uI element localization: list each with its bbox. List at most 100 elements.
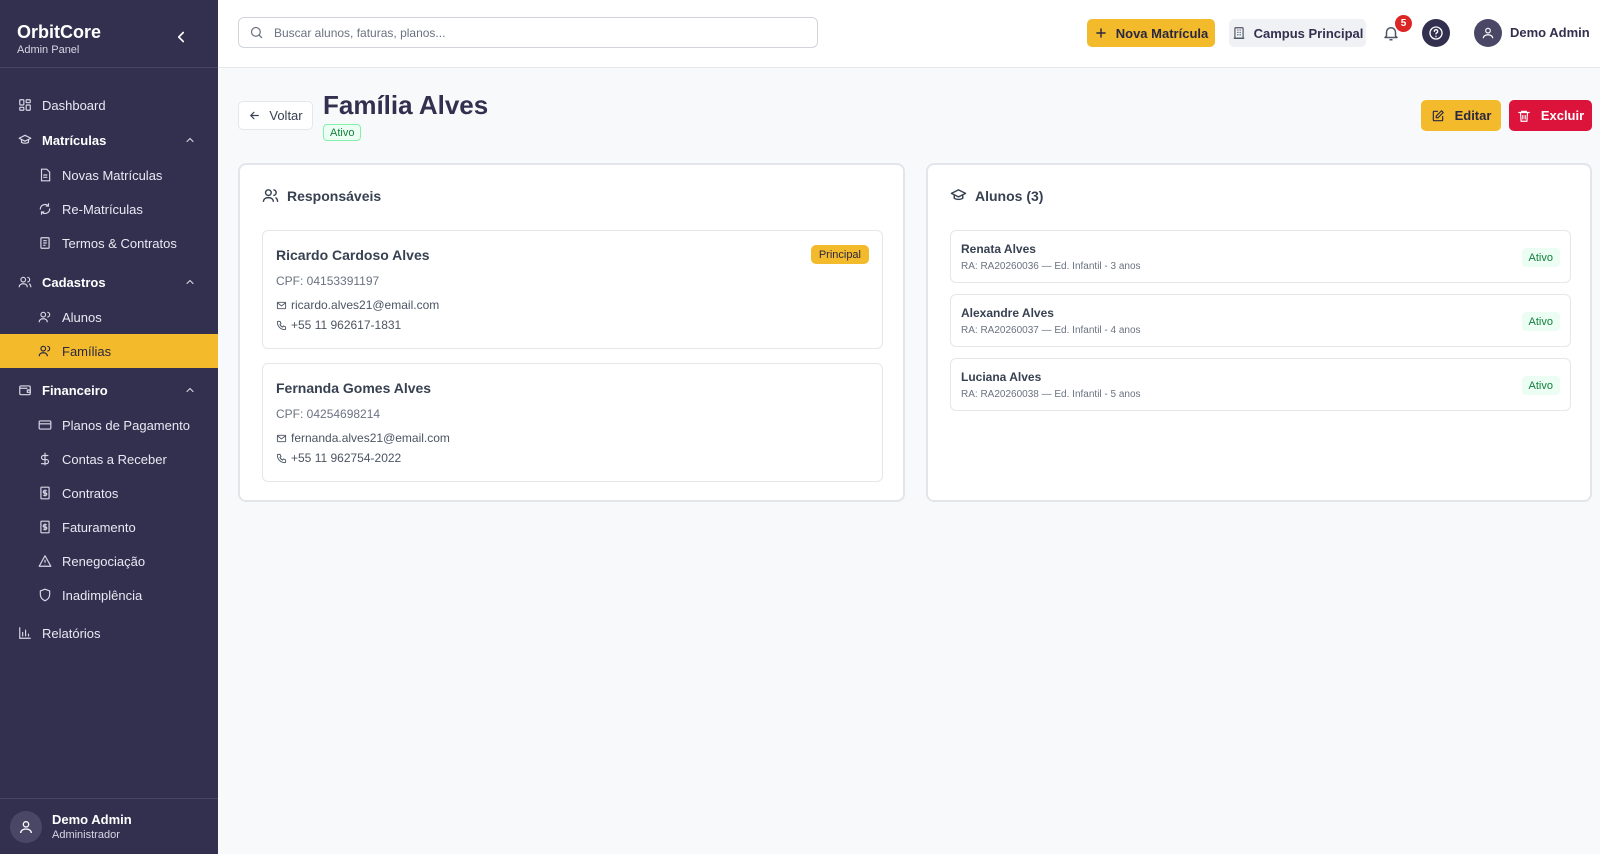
mail-icon (276, 300, 287, 311)
sidebar-user-role: Administrador (52, 829, 120, 841)
status-badge: Ativo (1521, 312, 1560, 331)
shield-icon (38, 588, 52, 602)
student-name: Luciana Alves (961, 370, 1042, 384)
mail-icon (276, 433, 287, 444)
edit-button[interactable]: Editar (1421, 100, 1501, 131)
user-name[interactable]: Demo Admin (1510, 25, 1590, 40)
alert-triangle-icon (38, 554, 52, 568)
bar-chart-icon (18, 626, 32, 640)
sidebar-item-inadimplencia[interactable]: Inadimplência (0, 578, 218, 612)
sidebar-item-label: Matrículas (42, 132, 107, 148)
guardian-phone: +55 11 962754-2022 (291, 451, 402, 465)
campus-label: Campus Principal (1253, 25, 1364, 41)
chevron-up-icon[interactable] (184, 134, 196, 146)
sidebar-item-relatorios[interactable]: Relatórios (0, 616, 218, 650)
sidebar-item-label: Contratos (62, 485, 119, 501)
sidebar-item-termos-contratos[interactable]: Termos & Contratos (0, 226, 218, 260)
edit-icon (1431, 109, 1445, 123)
search-input[interactable] (274, 25, 794, 40)
student-meta: RA: RA20260036 — Ed. Infantil - 3 anos (961, 261, 1141, 272)
sidebar-group-financeiro[interactable]: Financeiro (0, 372, 218, 408)
guardian-cpf: CPF: 04254698214 (276, 407, 381, 421)
sidebar-item-familias[interactable]: Famílias (0, 334, 218, 368)
sidebar-item-label: Novas Matrículas (62, 167, 163, 183)
dollar-icon (38, 452, 52, 466)
users-icon (18, 275, 32, 289)
phone-icon (276, 453, 287, 464)
wallet-icon (18, 383, 32, 397)
chevron-up-icon[interactable] (184, 384, 196, 396)
sidebar-item-label: Relatórios (42, 625, 101, 641)
sidebar-item-re-matriculas[interactable]: Re-Matrículas (0, 192, 218, 226)
avatar (10, 810, 42, 843)
guardian-email-row: fernanda.alves21@email.com (276, 431, 450, 445)
status-badge: Ativo (1521, 376, 1560, 395)
guardian-phone-row: +55 11 962617-1831 (276, 318, 401, 332)
sidebar-item-label: Termos & Contratos (62, 235, 177, 251)
card-header: Alunos (3) (950, 187, 1043, 204)
guardian-card[interactable]: Ricardo Cardoso Alves Principal CPF: 041… (262, 230, 883, 349)
sidebar-item-dashboard[interactable]: Dashboard (0, 88, 218, 122)
responsaveis-card: Responsáveis Ricardo Cardoso Alves Princ… (238, 163, 905, 502)
sidebar-item-label: Contas a Receber (62, 451, 167, 467)
chevron-up-icon[interactable] (184, 276, 196, 288)
sidebar-item-planos-pagamento[interactable]: Planos de Pagamento (0, 408, 218, 442)
student-meta: RA: RA20260038 — Ed. Infantil - 5 anos (961, 389, 1141, 400)
plus-icon (1094, 26, 1108, 40)
student-row[interactable]: Alexandre Alves RA: RA20260037 — Ed. Inf… (950, 294, 1571, 347)
back-label: Voltar (269, 108, 303, 123)
sidebar-item-label: Renegociação (62, 553, 146, 569)
guardian-email-row: ricardo.alves21@email.com (276, 298, 439, 312)
guardian-phone-row: +55 11 962754-2022 (276, 451, 401, 465)
guardian-phone: +55 11 962617-1831 (291, 318, 402, 332)
sidebar-item-label: Famílias (62, 343, 112, 359)
users-icon (38, 310, 52, 324)
guardian-email: fernanda.alves21@email.com (291, 431, 450, 445)
delete-button[interactable]: Excluir (1509, 100, 1592, 131)
topbar: Nova Matrícula Campus Principal 5 Demo A… (218, 0, 1600, 68)
sidebar-item-novas-matriculas[interactable]: Novas Matrículas (0, 158, 218, 192)
student-row[interactable]: Luciana Alves RA: RA20260038 — Ed. Infan… (950, 358, 1571, 411)
student-row[interactable]: Renata Alves RA: RA20260036 — Ed. Infant… (950, 230, 1571, 283)
card-header: Responsáveis (262, 187, 381, 204)
back-button[interactable]: Voltar (238, 101, 313, 130)
refresh-icon (38, 202, 52, 216)
sidebar-item-label: Faturamento (62, 519, 136, 535)
receipt-icon (38, 486, 52, 500)
phone-icon (276, 320, 287, 331)
sidebar-item-label: Cadastros (42, 274, 106, 290)
student-name: Alexandre Alves (961, 306, 1054, 320)
sidebar-item-label: Re-Matrículas (62, 201, 143, 217)
new-enrollment-button[interactable]: Nova Matrícula (1087, 19, 1215, 47)
guardian-name: Fernanda Gomes Alves (276, 380, 432, 396)
sidebar-group-matriculas[interactable]: Matrículas (0, 122, 218, 158)
collapse-sidebar-icon[interactable] (172, 28, 190, 46)
receipt-icon (38, 520, 52, 534)
trash-icon (1517, 109, 1531, 123)
help-icon[interactable] (1422, 19, 1450, 47)
sidebar-item-contas-receber[interactable]: Contas a Receber (0, 442, 218, 476)
campus-selector[interactable]: Campus Principal (1229, 19, 1366, 47)
sidebar-nav: Dashboard Matrículas Novas Matrículas Re… (0, 68, 218, 650)
graduation-cap-icon (950, 187, 967, 204)
brand: OrbitCore Admin Panel (0, 0, 218, 68)
status-badge: Ativo (323, 124, 362, 141)
sidebar-item-faturamento[interactable]: Faturamento (0, 510, 218, 544)
users-icon (262, 187, 279, 204)
delete-label: Excluir (1540, 108, 1585, 123)
sidebar: OrbitCore Admin Panel Dashboard Matrícul… (0, 0, 218, 854)
building-icon (1232, 26, 1246, 40)
sidebar-user[interactable]: Demo Admin Administrador (0, 798, 218, 854)
sidebar-item-alunos[interactable]: Alunos (0, 300, 218, 334)
sidebar-item-renegociacao[interactable]: Renegociação (0, 544, 218, 578)
avatar[interactable] (1474, 19, 1502, 47)
guardian-cpf: CPF: 04153391197 (276, 274, 380, 288)
scroll-icon (38, 236, 52, 250)
sidebar-user-name: Demo Admin (52, 812, 132, 827)
sidebar-item-label: Alunos (62, 309, 102, 325)
sidebar-item-contratos[interactable]: Contratos (0, 476, 218, 510)
sidebar-group-cadastros[interactable]: Cadastros (0, 264, 218, 300)
search-box[interactable] (238, 17, 818, 48)
notification-badge: 5 (1395, 15, 1412, 32)
guardian-card[interactable]: Fernanda Gomes Alves CPF: 04254698214 fe… (262, 363, 883, 482)
